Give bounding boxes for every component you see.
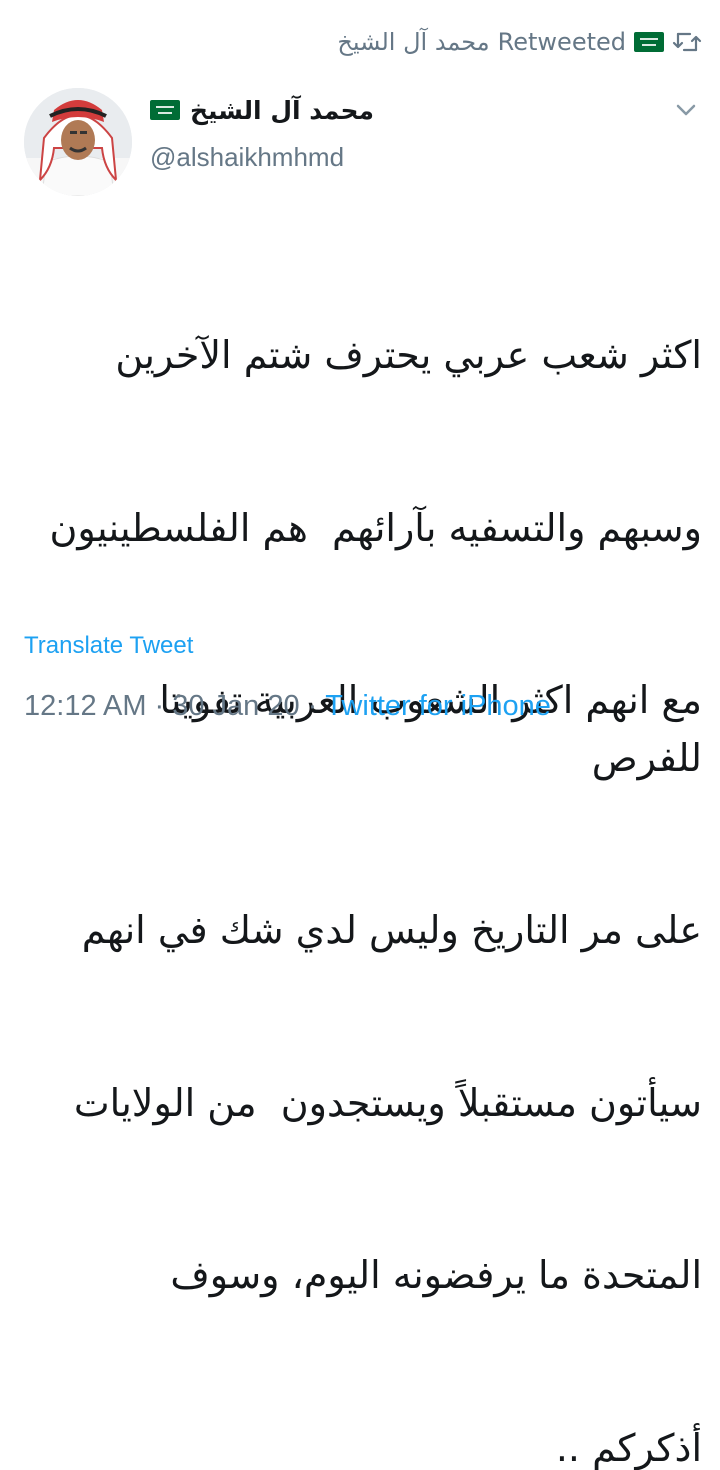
retweet-icon: [672, 30, 702, 54]
tweet-line: على مر التاريخ وليس لدي شك في انهم: [40, 902, 702, 960]
meta-separator: ·: [308, 690, 318, 723]
tweet-line: سيأتون مستقبلاً ويستجدون من الولايات: [40, 1075, 702, 1133]
tweet-line: وسبهم والتسفيه بآرائهم هم الفلسطينيون: [40, 500, 702, 558]
tweet-meta: 12:12 AM · 30 Jan 20 · Twitter for iPhon…: [24, 690, 551, 723]
author-display-name[interactable]: محمد آل الشيخ: [190, 96, 374, 125]
avatar-photo: [24, 88, 132, 196]
tweet-source-link[interactable]: Twitter for iPhone: [325, 690, 551, 723]
translate-tweet-link[interactable]: Translate Tweet: [24, 632, 193, 660]
author-handle[interactable]: @alshaikhmhmd: [150, 142, 344, 173]
retweeted-label: Retweeted: [498, 28, 626, 56]
tweet-line: اكثر شعب عربي يحترف شتم الآخرين: [40, 327, 702, 385]
chevron-down-icon[interactable]: [672, 96, 700, 124]
retweet-header: محمد آل الشيخ Retweeted: [100, 22, 702, 62]
author-name-row[interactable]: محمد آل الشيخ: [150, 90, 374, 130]
tweet-time: 12:12 AM: [24, 690, 147, 723]
avatar[interactable]: [24, 88, 132, 196]
tweet-date: 30 Jan 20: [172, 690, 299, 723]
tweet-line: المتحدة ما يرفضونه اليوم، وسوف: [40, 1247, 702, 1305]
saudi-flag-icon: [634, 32, 664, 52]
retweet-user-name[interactable]: محمد آل الشيخ: [337, 28, 489, 56]
saudi-flag-icon: [150, 100, 180, 120]
tweet-line: أذكركم ..: [40, 1420, 702, 1470]
meta-separator: ·: [155, 690, 165, 723]
tweet-text: اكثر شعب عربي يحترف شتم الآخرين وسبهم وا…: [40, 212, 702, 1470]
